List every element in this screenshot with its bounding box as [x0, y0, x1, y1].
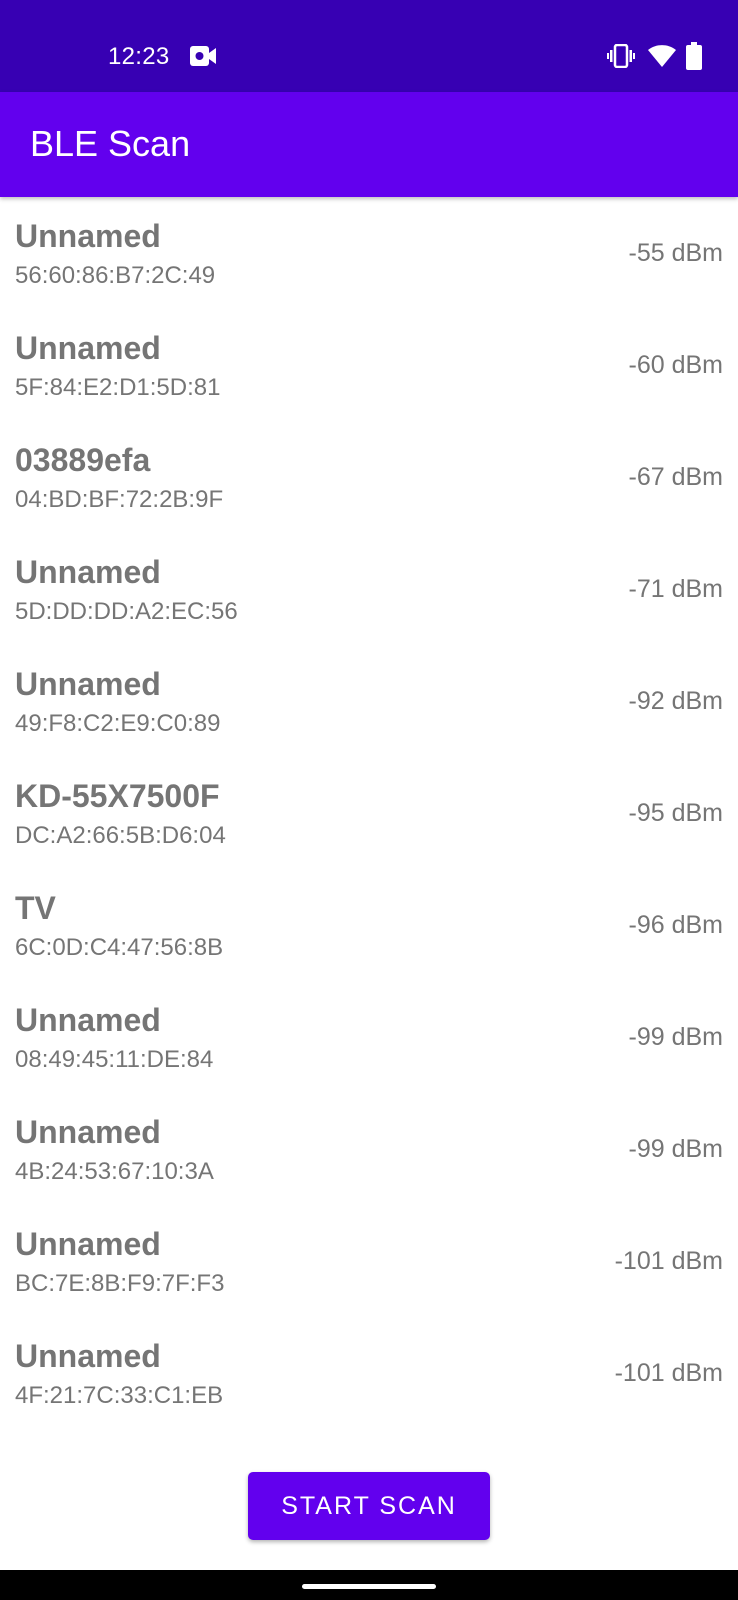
device-rssi: -99 dBm: [628, 1023, 723, 1051]
device-name: TV: [15, 890, 56, 926]
status-time: 12:23: [108, 43, 170, 70]
screen: 12:23 BLE Scan Unnamed 56:60:86:B7:2C:49…: [0, 0, 738, 1600]
navigation-bar: [0, 1570, 738, 1600]
device-list-item[interactable]: KD-55X7500F DC:A2:66:5B:D6:04 -95 dBm: [0, 757, 738, 869]
device-list-item[interactable]: TV 6C:0D:C4:47:56:8B -96 dBm: [0, 869, 738, 981]
device-name: Unnamed: [15, 554, 161, 590]
device-name: Unnamed: [15, 1226, 161, 1262]
battery-icon: [686, 42, 702, 70]
device-rssi: -92 dBm: [628, 687, 723, 715]
device-address: 49:F8:C2:E9:C0:89: [15, 710, 221, 737]
device-name: 03889efa: [15, 442, 151, 478]
device-list-item[interactable]: Unnamed 4F:21:7C:33:C1:EB -101 dBm: [0, 1317, 738, 1429]
device-address: 6C:0D:C4:47:56:8B: [15, 934, 224, 961]
app-bar: BLE Scan: [0, 92, 738, 197]
device-address: 5F:84:E2:D1:5D:81: [15, 374, 221, 401]
device-rssi: -60 dBm: [628, 351, 723, 379]
video-camera-icon: [190, 46, 216, 66]
device-name: KD-55X7500F: [15, 778, 220, 814]
device-rssi: -96 dBm: [628, 911, 723, 939]
device-name: Unnamed: [15, 1002, 161, 1038]
device-rssi: -67 dBm: [628, 463, 723, 491]
device-address: 4B:24:53:67:10:3A: [15, 1158, 214, 1185]
device-rssi: -71 dBm: [628, 575, 723, 603]
device-list-item[interactable]: Unnamed BC:7E:8B:F9:7F:F3 -101 dBm: [0, 1205, 738, 1317]
device-list-item[interactable]: Unnamed 5F:84:E2:D1:5D:81 -60 dBm: [0, 309, 738, 421]
device-name: Unnamed: [15, 666, 161, 702]
device-address: DC:A2:66:5B:D6:04: [15, 822, 226, 849]
device-rssi: -99 dBm: [628, 1135, 723, 1163]
device-list-item[interactable]: Unnamed 08:49:45:11:DE:84 -99 dBm: [0, 981, 738, 1093]
device-rssi: -101 dBm: [614, 1359, 723, 1387]
wifi-icon: [648, 45, 676, 67]
device-address: 08:49:45:11:DE:84: [15, 1046, 214, 1073]
vibrate-icon: [607, 44, 635, 68]
device-name: Unnamed: [15, 1338, 161, 1374]
device-address: 04:BD:BF:72:2B:9F: [15, 486, 224, 513]
device-list-item[interactable]: Unnamed 49:F8:C2:E9:C0:89 -92 dBm: [0, 645, 738, 757]
device-list[interactable]: Unnamed 56:60:86:B7:2C:49 -55 dBm Unname…: [0, 197, 738, 1417]
home-gesture-handle[interactable]: [302, 1584, 436, 1589]
device-rssi: -101 dBm: [614, 1247, 723, 1275]
app-title: BLE Scan: [30, 123, 191, 164]
start-scan-button[interactable]: START SCAN: [248, 1472, 490, 1540]
device-rssi: -95 dBm: [628, 799, 723, 827]
device-list-item[interactable]: Unnamed 4B:24:53:67:10:3A -99 dBm: [0, 1093, 738, 1205]
device-address: BC:7E:8B:F9:7F:F3: [15, 1270, 225, 1297]
device-address: 4F:21:7C:33:C1:EB: [15, 1382, 224, 1409]
device-list-item[interactable]: Unnamed 56:60:86:B7:2C:49 -55 dBm: [0, 197, 738, 309]
device-list-item[interactable]: Unnamed 5D:DD:DD:A2:EC:56 -71 dBm: [0, 533, 738, 645]
device-address: 5D:DD:DD:A2:EC:56: [15, 598, 238, 625]
device-name: Unnamed: [15, 218, 161, 254]
device-name: Unnamed: [15, 1114, 161, 1150]
device-address: 56:60:86:B7:2C:49: [15, 262, 216, 289]
device-rssi: -55 dBm: [628, 239, 723, 267]
device-list-item[interactable]: 03889efa 04:BD:BF:72:2B:9F -67 dBm: [0, 421, 738, 533]
status-bar: 12:23: [0, 0, 738, 92]
device-name: Unnamed: [15, 330, 161, 366]
